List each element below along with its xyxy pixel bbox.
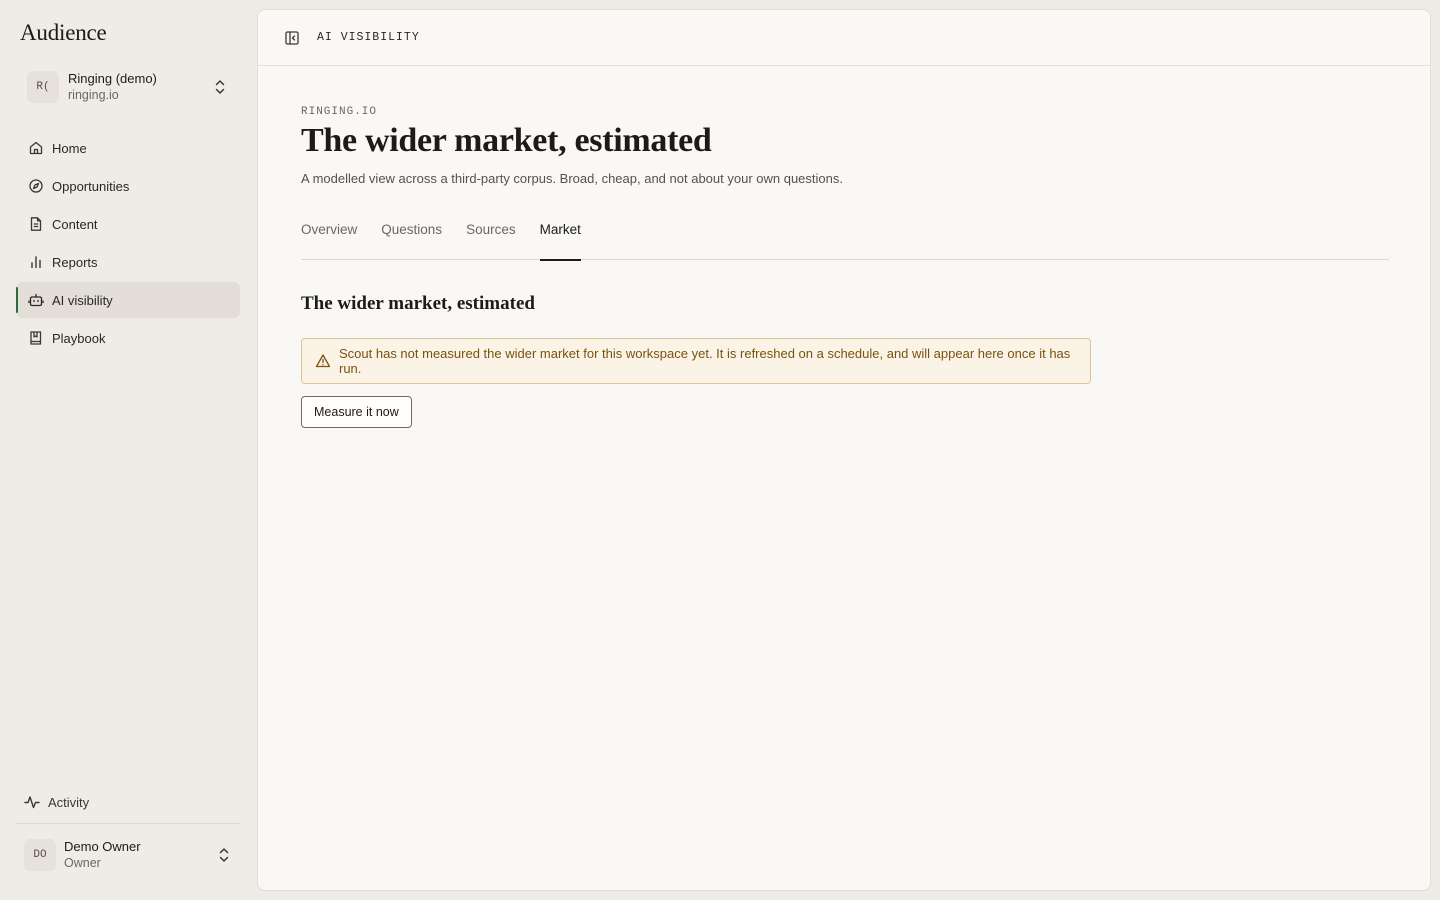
sidebar-item-content[interactable]: Content xyxy=(16,206,240,242)
page-subtitle: A modelled view across a third-party cor… xyxy=(301,171,843,186)
tab-overview[interactable]: Overview xyxy=(301,220,357,260)
sidebar-item-playbook[interactable]: Playbook xyxy=(16,320,240,356)
bar-chart-icon xyxy=(28,254,44,270)
app-logo: Audience xyxy=(20,20,107,45)
warning-alert: Scout has not measured the wider market … xyxy=(301,338,1091,384)
warning-icon xyxy=(315,353,331,369)
chevron-up-down-icon xyxy=(214,79,226,95)
activity-label: Activity xyxy=(48,794,90,810)
user-role: Owner xyxy=(64,856,101,870)
activity-icon xyxy=(24,794,40,810)
page-title: The wider market, estimated xyxy=(301,122,712,159)
sidebar-item-ai-visibility[interactable]: AI visibility xyxy=(16,282,240,318)
book-icon xyxy=(28,330,44,346)
compass-icon xyxy=(28,178,44,194)
tab-sources[interactable]: Sources xyxy=(466,220,516,260)
sidebar-nav: Home Opportunities Content Reports AI vi… xyxy=(16,130,240,358)
main-panel: AI VISIBILITY RINGING.IO The wider marke… xyxy=(257,9,1431,891)
tab-questions[interactable]: Questions xyxy=(381,220,442,260)
document-icon xyxy=(28,216,44,232)
sidebar-item-label: Opportunities xyxy=(52,178,130,194)
sidebar: Audience R( Ringing (demo) ringing.io Ho… xyxy=(0,0,256,900)
sidebar-item-activity[interactable]: Activity xyxy=(16,785,240,819)
tab-market[interactable]: Market xyxy=(539,220,582,261)
sidebar-divider xyxy=(16,823,240,824)
page-eyebrow: RINGING.IO xyxy=(301,106,378,118)
sidebar-item-reports[interactable]: Reports xyxy=(16,244,240,280)
sidebar-toggle-icon[interactable] xyxy=(284,30,300,46)
sidebar-item-home[interactable]: Home xyxy=(16,130,240,166)
breadcrumb: AI VISIBILITY xyxy=(317,31,420,44)
alert-text: Scout has not measured the wider market … xyxy=(339,346,1071,376)
user-name: Demo Owner xyxy=(64,839,141,854)
user-menu[interactable]: DO Demo Owner Owner xyxy=(16,834,240,876)
avatar: DO xyxy=(24,839,56,871)
robot-icon xyxy=(28,292,44,308)
sidebar-item-label: Content xyxy=(52,216,98,232)
chevron-up-down-icon xyxy=(218,847,230,863)
section-title: The wider market, estimated xyxy=(301,293,535,314)
workspace-domain: ringing.io xyxy=(68,88,119,102)
workspace-name: Ringing (demo) xyxy=(68,71,157,86)
sidebar-item-label: Playbook xyxy=(52,330,106,346)
sidebar-item-label: Reports xyxy=(52,254,98,270)
sidebar-item-opportunities[interactable]: Opportunities xyxy=(16,168,240,204)
home-icon xyxy=(28,140,44,156)
sidebar-item-label: Home xyxy=(52,140,87,156)
sidebar-item-label: AI visibility xyxy=(52,292,113,308)
measure-now-button[interactable]: Measure it now xyxy=(301,396,412,428)
workspace-switcher[interactable]: R( Ringing (demo) ringing.io xyxy=(16,66,240,108)
top-bar: AI VISIBILITY xyxy=(258,10,1430,66)
page-content: RINGING.IO The wider market, estimated A… xyxy=(301,106,1389,428)
workspace-avatar: R( xyxy=(27,71,59,103)
tab-bar: Overview Questions Sources Market xyxy=(301,220,1389,261)
